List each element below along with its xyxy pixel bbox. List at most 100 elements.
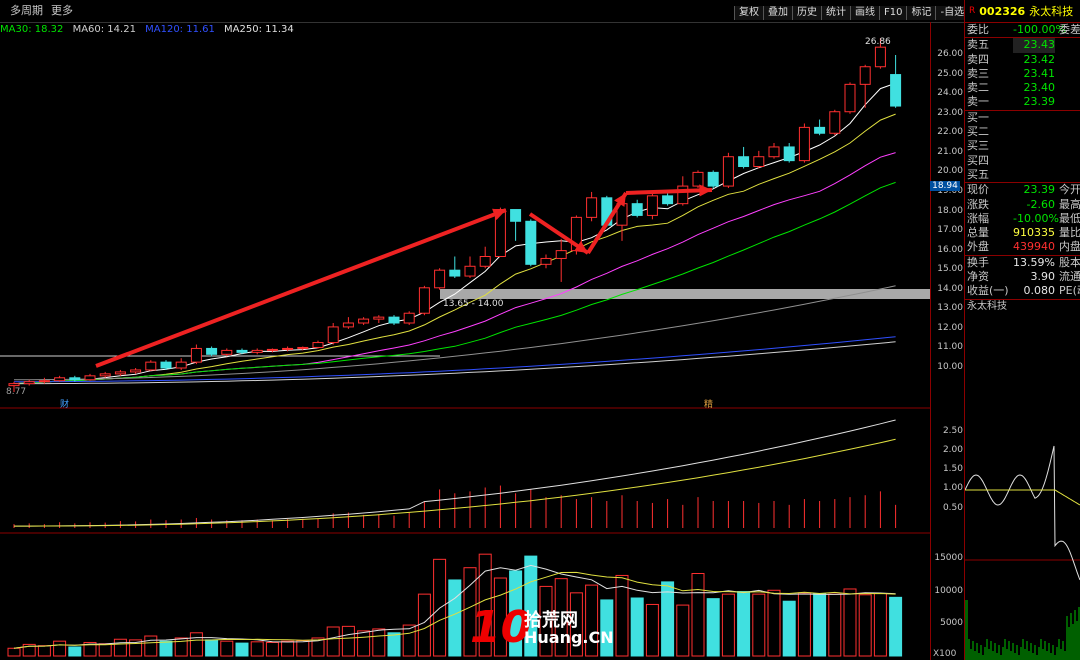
price-axis: 26.0025.0024.0023.0022.0021.0020.0019.00…	[930, 22, 965, 660]
stock-badge: R	[969, 6, 976, 16]
quote-row-label: 现价	[967, 183, 989, 197]
bid-list: 买一 买二 买三 买四 买五	[965, 109, 1080, 182]
indicator-tick: 2.00	[942, 444, 963, 455]
order-diff-label: 委差	[1059, 23, 1080, 36]
volume-bar	[767, 589, 781, 657]
event-marker-fine[interactable]: 精	[704, 397, 713, 410]
finance-row-label: 换手	[967, 255, 989, 269]
volume-bar	[113, 638, 127, 657]
candle-body	[84, 375, 96, 381]
quote-row-value: -2.60	[1026, 197, 1055, 211]
finance-stats: 换手 13.59% 股本净资 3.90流通收益(一) 0.080PE(动)	[965, 254, 1080, 299]
event-marker-finance[interactable]: 财	[60, 397, 69, 410]
candle-body	[312, 342, 324, 348]
volume-bar	[341, 625, 355, 657]
more-tab[interactable]: 更多	[51, 2, 73, 20]
volume-bar	[265, 641, 279, 657]
candle-body	[373, 316, 385, 320]
chart-toolbar: 复权叠加历史统计画线F10标记-自选返回	[734, 6, 998, 20]
toolbar-button-0[interactable]: 复权	[734, 6, 763, 20]
intraday-mini-chart[interactable]	[965, 330, 1080, 660]
volume-bar	[782, 600, 796, 657]
candle-body	[358, 318, 370, 324]
finance-row: 净资 3.90 流通	[965, 270, 1080, 284]
price-tick: 17.00	[937, 225, 963, 236]
quote-panel: R 002326 永太科技 委比 -100.00% 委差 卖五 23.43 卖四 23…	[964, 0, 1080, 660]
price-tick: 26.00	[937, 49, 963, 59]
toolbar-button-2[interactable]: 历史	[792, 6, 821, 20]
toolbar-button-6[interactable]: 标记	[906, 6, 936, 20]
ask-row-label: 卖一	[967, 95, 989, 109]
volume-bar	[189, 632, 203, 657]
ma120-line	[14, 336, 896, 383]
ask-row: 卖一 23.39	[965, 95, 1080, 109]
candle-body	[8, 383, 20, 387]
breakout-arrow	[625, 188, 713, 195]
quote-row: 涨跌 -2.60 最高	[965, 198, 1080, 212]
volume-tick: 5000	[940, 617, 963, 628]
bid-row: 买五	[965, 168, 1080, 182]
quote-row-side-label: 最高	[1059, 197, 1080, 211]
finance-row-value: 0.080	[1023, 284, 1056, 298]
volume-bar	[159, 640, 173, 657]
candle-body	[874, 46, 886, 68]
candle-body	[38, 380, 50, 383]
toolbar-button-1[interactable]: 叠加	[763, 6, 792, 20]
finance-row-side-label: 股本	[1059, 255, 1080, 269]
candle-body	[768, 146, 780, 158]
volume-bar	[661, 581, 675, 657]
candle-body	[403, 312, 415, 324]
ask-row-label: 卖三	[967, 66, 989, 80]
volume-bar	[858, 594, 872, 657]
finance-row-label: 收益(一)	[967, 284, 1009, 298]
volume-bar	[357, 630, 371, 657]
quote-stats: 现价 23.39 今开 涨跌 -2.60 最高 涨幅 -10.00% 最低 总量 910335 量比外…	[965, 182, 1080, 254]
volume-bar	[387, 632, 401, 657]
volume-bar	[402, 624, 416, 657]
candle-body	[99, 373, 111, 377]
price-tick: 23.00	[937, 107, 963, 118]
price-tick: 10.00	[937, 362, 963, 372]
price-tick: 11.00	[937, 342, 963, 353]
candle-body	[434, 269, 446, 289]
candle-body	[342, 322, 354, 328]
watermark-logo-number: 10	[470, 602, 532, 653]
ask-list: 卖五 23.43 卖四 23.42 卖三 23.41 卖二 23.40 卖一 23.39	[965, 37, 1080, 109]
bid-row-label: 买五	[967, 167, 989, 181]
price-tick: 21.00	[937, 146, 963, 157]
toolbar-button-4[interactable]: 画线	[850, 6, 879, 20]
toolbar-button-3[interactable]: 统计	[821, 6, 850, 20]
breadcrumb: 多周期 更多	[0, 2, 73, 20]
volume-bar	[691, 573, 705, 657]
candle-body	[525, 220, 537, 265]
candle-body	[388, 316, 400, 324]
candle-body	[798, 126, 810, 162]
toolbar-button-5[interactable]: F10	[879, 6, 907, 20]
candle-body	[266, 348, 278, 351]
candle-body	[251, 349, 263, 353]
bid-row-label: 买二	[967, 125, 989, 139]
volume-bar	[645, 603, 659, 657]
candle-body	[130, 369, 142, 373]
low-label: 8.77	[6, 387, 27, 397]
ask-row-value: 23.42	[1023, 52, 1056, 66]
candle-body	[555, 250, 567, 259]
volume-bar	[828, 593, 842, 657]
stock-name[interactable]: 永太科技	[1029, 3, 1073, 19]
period-tab[interactable]: 多周期	[0, 2, 43, 20]
candle-body	[418, 287, 430, 314]
volume-bar	[296, 640, 310, 657]
candlestick-chart[interactable]	[0, 22, 930, 660]
stock-code[interactable]: 002326	[979, 5, 1025, 18]
candle-body	[236, 349, 248, 353]
quote-row-value: 910335	[1013, 226, 1055, 240]
ask-row-value: 23.39	[1023, 95, 1056, 109]
volume-bar	[281, 640, 295, 657]
volume-bar	[813, 592, 827, 657]
price-tick: 15.00	[937, 264, 963, 275]
quote-row-label: 总量	[967, 226, 989, 240]
quote-row-label: 外盘	[967, 240, 989, 254]
volume-bar	[250, 641, 264, 657]
volume-bar	[68, 646, 82, 657]
candle-body	[783, 146, 795, 162]
